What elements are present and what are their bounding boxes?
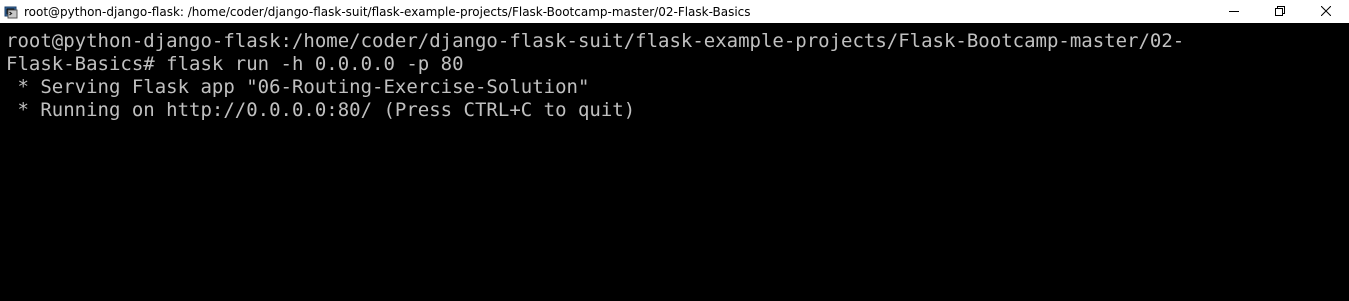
terminal-output[interactable]: root@python-django-flask:/home/coder/dja… (0, 23, 1349, 301)
window-controls (1211, 0, 1349, 23)
minimize-icon (1229, 3, 1239, 21)
close-icon (1320, 3, 1332, 21)
cursor-line (6, 122, 1349, 145)
minimize-button[interactable] (1211, 0, 1257, 23)
terminal-icon[interactable] (4, 4, 20, 20)
terminal-line: * Serving Flask app "06-Routing-Exercise… (6, 76, 590, 98)
restore-button[interactable] (1257, 0, 1303, 23)
close-button[interactable] (1303, 0, 1349, 23)
window-title: root@python-django-flask: /home/coder/dj… (24, 4, 751, 19)
terminal-line: * Running on http://0.0.0.0:80/ (Press C… (6, 99, 636, 121)
restore-icon (1275, 3, 1285, 21)
terminal-line: root@python-django-flask:/home/coder/dja… (6, 30, 1185, 52)
terminal-window: root@python-django-flask: /home/coder/dj… (0, 0, 1349, 301)
terminal-line: Flask-Basics# flask run -h 0.0.0.0 -p 80 (6, 53, 464, 75)
title-bar[interactable]: root@python-django-flask: /home/coder/dj… (0, 0, 1349, 23)
